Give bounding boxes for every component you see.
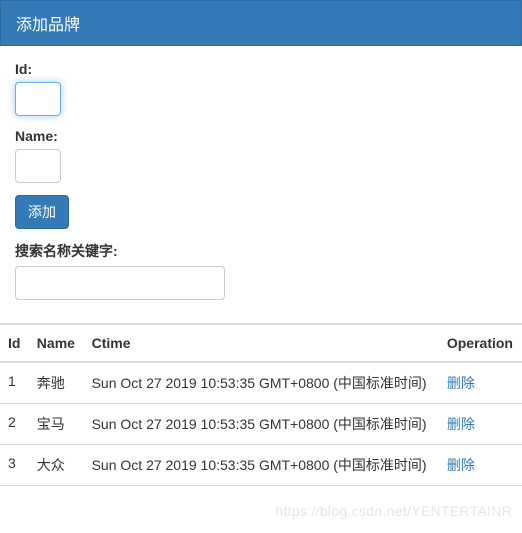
panel-title: 添加品牌 xyxy=(16,17,80,34)
search-input[interactable] xyxy=(15,266,225,300)
table-row: 1 奔驰 Sun Oct 27 2019 10:53:35 GMT+0800 (… xyxy=(0,362,522,404)
col-name: Name xyxy=(29,324,84,362)
cell-name: 宝马 xyxy=(29,404,84,445)
cell-name: 奔驰 xyxy=(29,362,84,404)
delete-link[interactable]: 删除 xyxy=(447,416,475,432)
id-input[interactable] xyxy=(15,82,61,116)
cell-id: 1 xyxy=(0,362,29,404)
cell-ctime: Sun Oct 27 2019 10:53:35 GMT+0800 (中国标准时… xyxy=(84,445,439,486)
table-head: Id Name Ctime Operation xyxy=(0,324,522,362)
cell-name: 大众 xyxy=(29,445,84,486)
name-label: Name: xyxy=(15,128,507,144)
table-row: 2 宝马 Sun Oct 27 2019 10:53:35 GMT+0800 (… xyxy=(0,404,522,445)
add-button[interactable]: 添加 xyxy=(15,195,69,229)
table-body: 1 奔驰 Sun Oct 27 2019 10:53:35 GMT+0800 (… xyxy=(0,362,522,486)
cell-ctime: Sun Oct 27 2019 10:53:35 GMT+0800 (中国标准时… xyxy=(84,404,439,445)
cell-id: 2 xyxy=(0,404,29,445)
add-group: 添加 xyxy=(15,195,507,229)
id-group: Id: xyxy=(15,61,507,116)
col-operation: Operation xyxy=(439,324,522,362)
search-group: 搜索名称关键字: xyxy=(15,241,507,300)
watermark: https://blog.csdn.net/YENTERTAINR xyxy=(275,503,512,519)
panel-heading: 添加品牌 xyxy=(0,0,522,46)
col-ctime: Ctime xyxy=(84,324,439,362)
delete-link[interactable]: 删除 xyxy=(447,457,475,473)
delete-link[interactable]: 删除 xyxy=(447,375,475,391)
id-label: Id: xyxy=(15,61,507,77)
name-group: Name: xyxy=(15,128,507,183)
col-id: Id xyxy=(0,324,29,362)
cell-id: 3 xyxy=(0,445,29,486)
name-input[interactable] xyxy=(15,149,61,183)
search-label: 搜索名称关键字: xyxy=(15,241,507,261)
brand-table: Id Name Ctime Operation 1 奔驰 Sun Oct 27 … xyxy=(0,323,522,486)
cell-ctime: Sun Oct 27 2019 10:53:35 GMT+0800 (中国标准时… xyxy=(84,362,439,404)
table-row: 3 大众 Sun Oct 27 2019 10:53:35 GMT+0800 (… xyxy=(0,445,522,486)
panel-body: Id: Name: 添加 搜索名称关键字: xyxy=(0,46,522,315)
